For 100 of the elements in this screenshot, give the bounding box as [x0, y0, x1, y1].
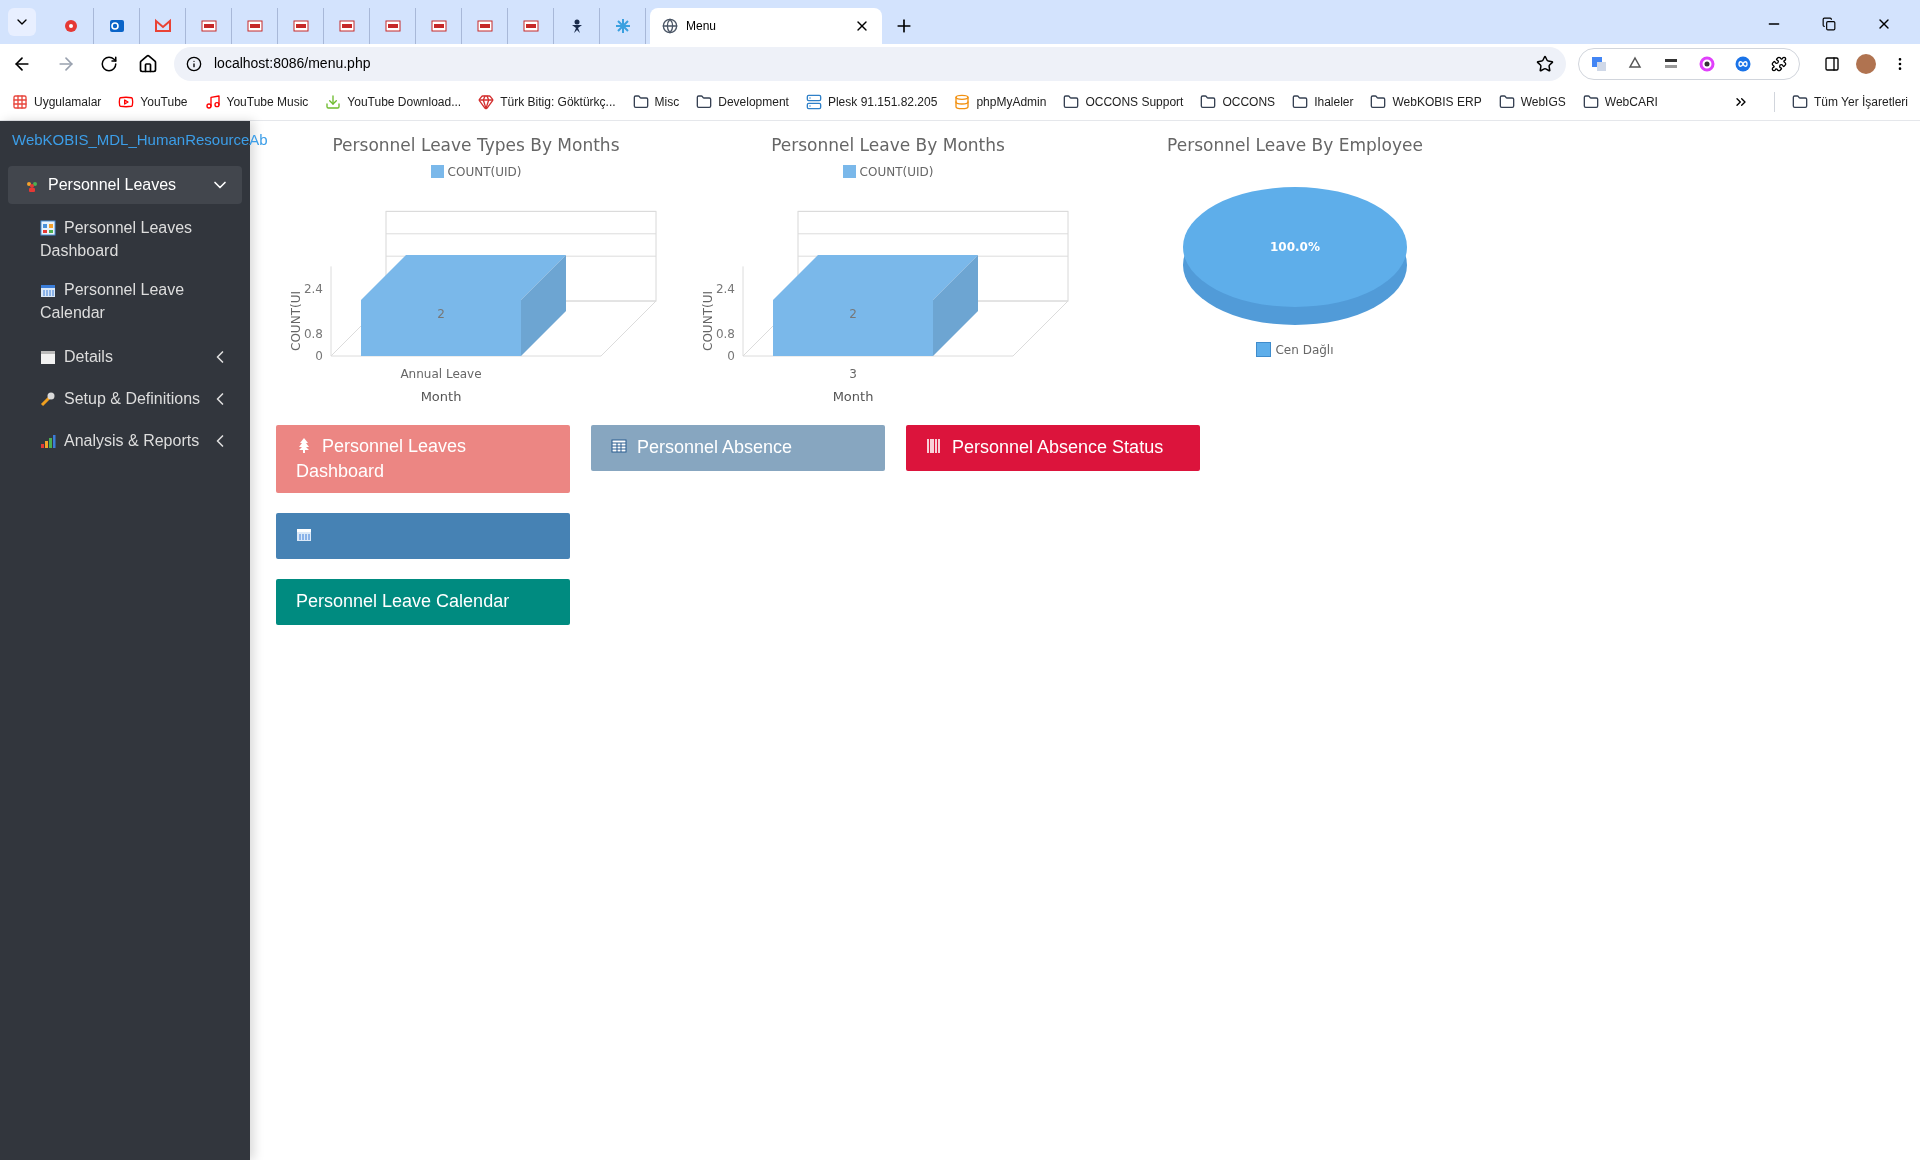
- slice-label: 100.0%: [1270, 239, 1320, 254]
- restore-icon[interactable]: [1822, 17, 1836, 31]
- y-tick-label: 0.8: [715, 326, 735, 341]
- bookmark-link[interactable]: Uygulamalar: [12, 92, 102, 111]
- mail-app-icon: [108, 18, 125, 34]
- info-icon: [186, 55, 202, 72]
- home-icon[interactable]: [138, 53, 158, 74]
- database-icon: [954, 93, 971, 110]
- y-tick-label: 0: [315, 348, 323, 363]
- dashboard-icon: [40, 220, 56, 237]
- x-axis-title: Month: [420, 388, 462, 404]
- bar-chart-icon: [40, 432, 56, 449]
- site-logo-icon: [338, 18, 355, 34]
- site-logo-icon: [200, 18, 217, 34]
- site-logo-icon: [430, 18, 447, 34]
- envelope-icon: [154, 18, 171, 34]
- folder-icon: [1791, 93, 1808, 110]
- bookmark-link[interactable]: OCCONS Support: [1063, 92, 1184, 111]
- side-panel-icon[interactable]: [1824, 55, 1840, 72]
- site-logo-icon: [246, 18, 263, 34]
- tile-button[interactable]: Personnel Leave Calendar: [276, 578, 570, 625]
- barcode-icon: [926, 438, 942, 455]
- folder-icon: [1498, 93, 1515, 110]
- star-icon[interactable]: [1536, 54, 1554, 73]
- tab-title: Menu: [686, 18, 718, 35]
- apps-grid-icon: [12, 93, 28, 110]
- address-bar[interactable]: localhost:8086/menu.php: [174, 46, 1566, 81]
- tab-search-button[interactable]: [8, 8, 36, 36]
- bookmark-link[interactable]: Misc: [632, 92, 680, 111]
- infinity-icon[interactable]: [1735, 55, 1751, 72]
- chart-title: Personnel Leave By Months: [771, 134, 1005, 157]
- sidebar-item-label: Personnel Leaves: [48, 174, 178, 195]
- puzzle-icon[interactable]: [1771, 55, 1787, 72]
- bookmark-link[interactable]: Plesk 91.151.82.205: [805, 92, 938, 111]
- site-logo-icon: [522, 18, 539, 34]
- y-axis-title: COUNT(UI: [701, 290, 715, 351]
- bookmark-link[interactable]: Development: [696, 92, 789, 111]
- sparkle-icon: [614, 18, 631, 34]
- folder-icon: [632, 93, 649, 110]
- x-tick-label: Annual Leave: [400, 366, 482, 381]
- folder-icon: [1200, 93, 1217, 110]
- tile-button[interactable]: [276, 512, 570, 559]
- sheet-icon: [40, 348, 56, 365]
- legend-label: Cen Dağlı: [1275, 341, 1334, 359]
- bookmark-link[interactable]: Türk Bitig: Göktürkç...: [478, 92, 616, 111]
- legend-label: COUNT(UID): [447, 163, 522, 181]
- site-logo-icon: [292, 18, 309, 34]
- bookmark-link[interactable]: OCCONS: [1200, 92, 1276, 111]
- server-icon: [805, 93, 822, 110]
- bookmark-link[interactable]: YouTube: [118, 92, 188, 111]
- y-tick-label: 2.4: [303, 281, 323, 296]
- tree-icon: [296, 436, 312, 453]
- bookmark-link[interactable]: YouTube Download...: [325, 92, 462, 111]
- chart-title: Personnel Leave Types By Months: [332, 134, 620, 157]
- x-axis-title: Month: [832, 388, 874, 404]
- y-tick-label: 0.8: [303, 326, 323, 341]
- sidebar-item[interactable]: Analysis & Reports: [8, 419, 242, 462]
- calendar-icon: [296, 526, 312, 543]
- x-tick-label: 3: [849, 366, 857, 381]
- y-axis-title: COUNT(UI: [289, 290, 303, 351]
- table-icon: [611, 438, 627, 455]
- download-icon: [325, 93, 342, 110]
- music-icon: [204, 93, 221, 110]
- sidebar-subitem[interactable]: Personnel Leaves Dashboard: [40, 211, 218, 266]
- sidebar-item-label: Analysis & Reports: [64, 430, 201, 451]
- sidebar-item[interactable]: Personnel Leaves: [8, 165, 242, 204]
- folder-icon: [1370, 93, 1387, 110]
- data-label: 2: [437, 306, 445, 321]
- folder-icon: [1063, 93, 1080, 110]
- legend-swatch-icon: [1256, 342, 1272, 357]
- browser-tab[interactable]: Menu: [650, 8, 882, 44]
- record-icon: [62, 18, 79, 34]
- y-tick-label: 2.4: [715, 281, 735, 296]
- bookmark-link[interactable]: phpMyAdmin: [954, 92, 1047, 111]
- sidebar-item[interactable]: Setup & Definitions: [8, 377, 242, 420]
- bookmark-link[interactable]: YouTube Music: [204, 92, 309, 111]
- chart-title: Personnel Leave By Employee: [1167, 134, 1423, 157]
- site-logo-icon: [384, 18, 401, 34]
- sidebar-item-label: Setup & Definitions: [64, 388, 202, 409]
- globe-icon: [662, 18, 678, 34]
- sidebar-subitem[interactable]: Personnel Leave Calendar: [40, 273, 218, 328]
- legend-swatch-icon: [430, 165, 444, 178]
- site-logo-icon: [476, 18, 493, 34]
- bookmark-link[interactable]: WebIGS: [1498, 92, 1566, 111]
- color-ring-icon[interactable]: [1699, 55, 1715, 72]
- tile-button[interactable]: Personnel Absence Status: [906, 424, 1200, 471]
- bookmark-link[interactable]: Ihaleler: [1292, 92, 1354, 111]
- calendar-icon: [40, 282, 56, 299]
- bookmark-link[interactable]: WebCARI: [1582, 92, 1658, 111]
- avatar[interactable]: [1856, 53, 1876, 74]
- url-text: localhost:8086/menu.php: [214, 54, 372, 73]
- reload-icon[interactable]: [100, 54, 118, 73]
- sidebar-item-label: Details: [64, 346, 114, 367]
- legend-label: COUNT(UID): [859, 163, 934, 181]
- sidebar-item[interactable]: Details: [8, 335, 242, 378]
- bookmark-link[interactable]: WebKOBIS ERP: [1370, 92, 1482, 111]
- bookmark-link[interactable]: Tüm Yer İşaretleri: [1791, 92, 1908, 111]
- folder-icon: [1292, 93, 1309, 110]
- folder-icon: [696, 93, 713, 110]
- folder-icon: [1582, 93, 1599, 110]
